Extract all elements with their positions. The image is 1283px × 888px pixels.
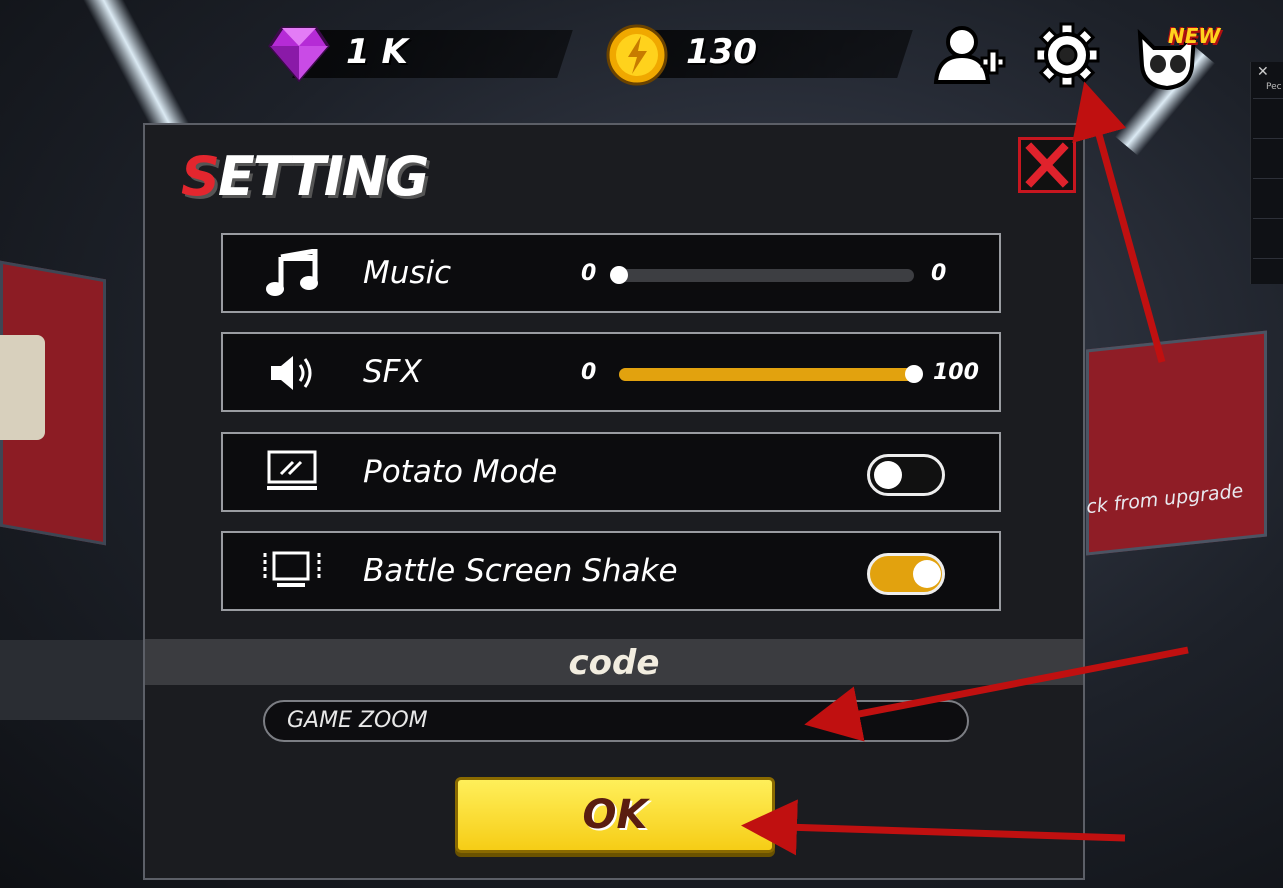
ok-label: OK bbox=[582, 792, 648, 838]
battle-screen-shake-toggle[interactable] bbox=[867, 553, 945, 595]
potato-mode-label: Potato Mode bbox=[363, 454, 558, 490]
gem-counter-bg bbox=[292, 30, 573, 78]
divider bbox=[1253, 178, 1283, 179]
toggle-knob bbox=[874, 461, 902, 489]
add-friend-icon[interactable] bbox=[932, 22, 1008, 88]
divider bbox=[1253, 218, 1283, 219]
music-label: Music bbox=[363, 255, 452, 291]
new-badge: NEW bbox=[1168, 24, 1221, 48]
code-label: code bbox=[568, 643, 660, 683]
title-rest: ETTING bbox=[217, 145, 429, 208]
code-input[interactable]: GAME ZOOM bbox=[263, 700, 969, 742]
sfx-setting-row: SFX 0 100 bbox=[221, 332, 1001, 412]
coin-icon bbox=[606, 24, 668, 86]
sfx-slider-fill bbox=[619, 368, 914, 381]
music-slider-knob[interactable] bbox=[610, 266, 628, 284]
side-panel: ✕ Pec bbox=[1250, 62, 1283, 284]
music-setting-row: Music 0 0 bbox=[221, 233, 1001, 313]
coin-counter-bg bbox=[632, 30, 913, 78]
divider bbox=[1253, 98, 1283, 99]
monitor-icon bbox=[267, 450, 317, 490]
code-header: code bbox=[145, 639, 1083, 685]
battle-screen-shake-label: Battle Screen Shake bbox=[363, 553, 678, 589]
sfx-slider[interactable] bbox=[619, 365, 923, 383]
side-panel-label: Pec bbox=[1266, 82, 1282, 92]
toggle-knob bbox=[913, 560, 941, 588]
sfx-slider-knob[interactable] bbox=[905, 365, 923, 383]
dialog-title: SETTING bbox=[181, 145, 429, 208]
divider bbox=[1253, 138, 1283, 139]
sfx-max-value: 100 bbox=[933, 360, 979, 385]
settings-dialog: SETTING Music 0 0 SFX 0 100 Potato Mode … bbox=[143, 123, 1085, 880]
title-first-letter: S bbox=[181, 145, 220, 208]
music-note-icon bbox=[266, 249, 318, 296]
potato-mode-row: Potato Mode bbox=[221, 432, 1001, 512]
close-button[interactable] bbox=[1018, 137, 1076, 193]
lock-icon bbox=[0, 335, 45, 440]
potato-mode-toggle[interactable] bbox=[867, 454, 945, 496]
background-red-panel bbox=[1086, 330, 1267, 556]
music-slider[interactable] bbox=[610, 266, 914, 284]
music-min-value: 0 bbox=[581, 261, 597, 286]
close-icon bbox=[1025, 142, 1069, 188]
gear-icon[interactable] bbox=[1030, 22, 1104, 88]
ok-button[interactable]: OK bbox=[455, 777, 775, 853]
close-icon[interactable]: ✕ bbox=[1257, 64, 1269, 80]
gem-count: 1 K bbox=[346, 32, 408, 72]
gem-icon bbox=[268, 26, 330, 82]
music-max-value: 0 bbox=[931, 261, 947, 286]
screen-shake-icon bbox=[263, 551, 321, 587]
sfx-min-value: 0 bbox=[581, 360, 597, 385]
divider bbox=[1253, 258, 1283, 259]
speaker-icon bbox=[271, 356, 312, 390]
sfx-label: SFX bbox=[363, 354, 422, 390]
background-floor bbox=[0, 640, 150, 720]
coin-count: 130 bbox=[686, 32, 757, 72]
battle-screen-shake-row: Battle Screen Shake bbox=[221, 531, 1001, 611]
